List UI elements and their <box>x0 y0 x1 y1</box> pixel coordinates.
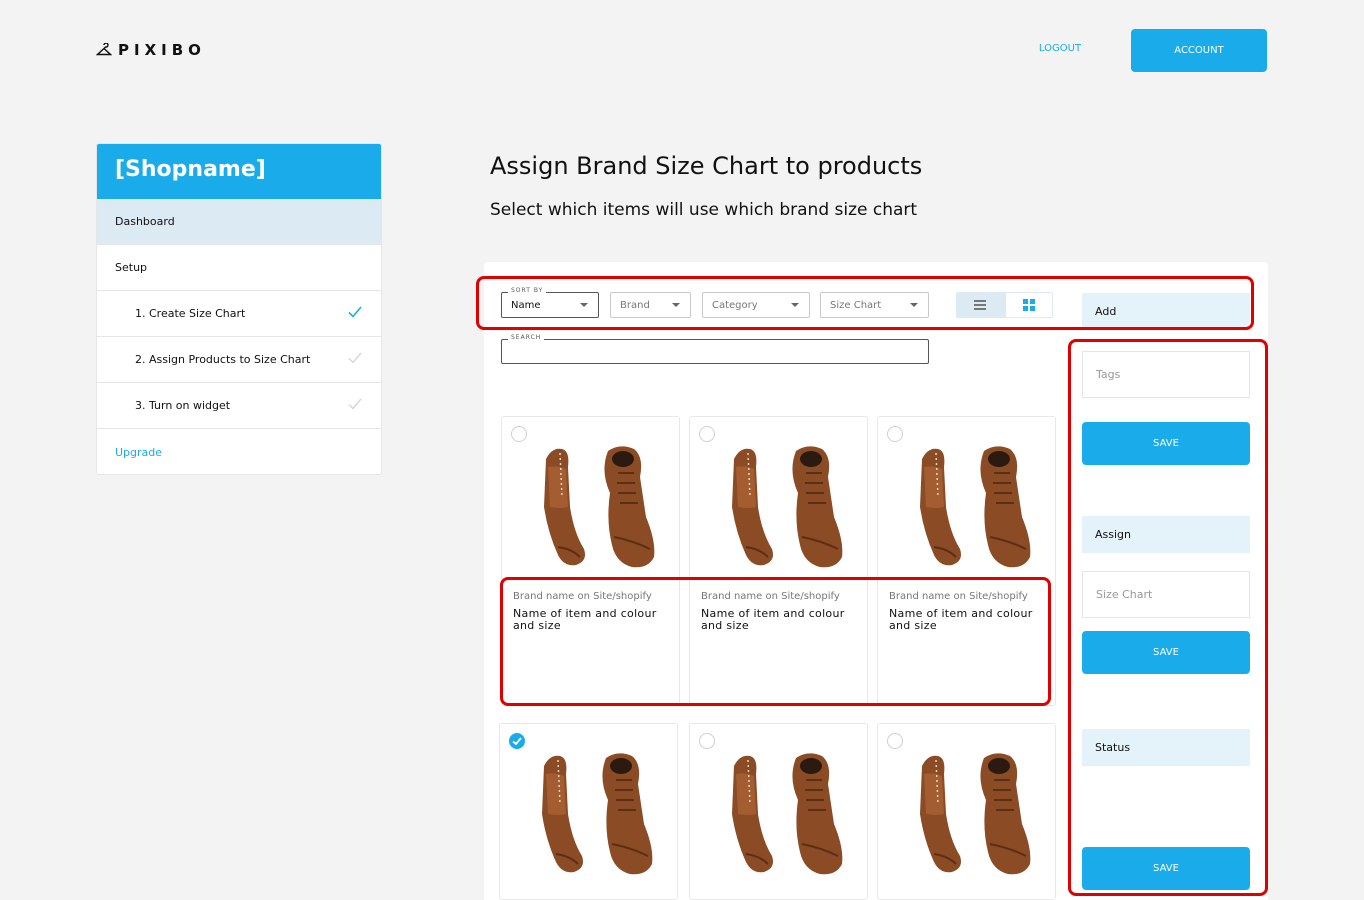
search-input[interactable]: SEARCH <box>501 334 929 364</box>
check-icon <box>348 398 362 410</box>
category-select[interactable]: Category <box>702 292 810 318</box>
product-name: Name of item and colour and size <box>513 607 657 632</box>
logout-link[interactable]: LOGOUT <box>1030 43 1090 54</box>
shop-name: [Shopname] <box>97 144 381 199</box>
list-view-button[interactable] <box>956 292 1005 318</box>
sidebar: [Shopname] Dashboard Setup 1. Create Siz… <box>96 143 382 475</box>
chevron-down-icon <box>910 303 918 307</box>
product-brand: Brand name on Site/shopify <box>513 591 652 602</box>
page-subtitle: Select which items will use which brand … <box>490 200 918 220</box>
page-title: Assign Brand Size Chart to products <box>490 152 923 180</box>
save-tags-button[interactable]: SAVE <box>1082 422 1250 465</box>
sidebar-item-label: Upgrade <box>115 445 163 459</box>
size-chart-placeholder: Size Chart <box>830 299 882 311</box>
assign-section-header: Assign <box>1082 516 1250 553</box>
brand-placeholder: Brand <box>620 299 650 311</box>
search-legend: SEARCH <box>508 334 545 341</box>
save-status-button[interactable]: SAVE <box>1082 847 1250 890</box>
check-icon <box>348 352 362 364</box>
sidebar-item-label: Dashboard <box>115 215 175 228</box>
product-card[interactable] <box>689 723 868 900</box>
product-brand: Brand name on Site/shopify <box>889 591 1028 602</box>
product-image <box>731 752 844 876</box>
sidebar-item-create-size-chart[interactable]: 1. Create Size Chart <box>97 291 381 337</box>
product-card[interactable] <box>499 723 678 900</box>
sidebar-item-turn-on-widget[interactable]: 3. Turn on widget <box>97 383 381 429</box>
sidebar-item-label: 3. Turn on widget <box>135 399 231 412</box>
sort-by-select[interactable]: SORT BY Name <box>501 287 599 318</box>
category-placeholder: Category <box>712 299 758 311</box>
logo[interactable]: PIXIBO <box>96 41 206 59</box>
product-card[interactable]: Brand name on Site/shopify Name of item … <box>689 416 868 706</box>
save-assign-button[interactable]: SAVE <box>1082 631 1250 674</box>
sidebar-item-label: 2. Assign Products to Size Chart <box>135 353 311 366</box>
check-icon <box>348 306 362 318</box>
tags-input[interactable]: Tags <box>1082 351 1250 398</box>
product-name: Name of item and colour and size <box>889 607 1033 632</box>
grid-view-icon <box>1022 299 1035 311</box>
product-brand: Brand name on Site/shopify <box>701 591 840 602</box>
chevron-down-icon <box>791 303 799 307</box>
size-chart-input[interactable]: Size Chart <box>1082 571 1250 618</box>
sidebar-item-label: 1. Create Size Chart <box>135 307 246 320</box>
add-section-header: Add <box>1082 293 1250 330</box>
sort-by-value: Name <box>511 299 541 311</box>
chevron-down-icon <box>580 303 588 307</box>
sidebar-item-setup[interactable]: Setup <box>97 245 381 291</box>
hanger-icon <box>96 43 112 56</box>
product-image <box>919 752 1032 876</box>
sidebar-item-upgrade[interactable]: Upgrade <box>97 429 381 474</box>
product-image <box>541 752 654 876</box>
brand-select[interactable]: Brand <box>610 292 691 318</box>
grid-view-button[interactable] <box>1004 292 1053 318</box>
product-name: Name of item and colour and size <box>701 607 845 632</box>
product-image <box>919 445 1032 569</box>
logo-text: PIXIBO <box>118 41 206 59</box>
sidebar-item-assign-products[interactable]: 2. Assign Products to Size Chart <box>97 337 381 383</box>
list-view-icon <box>974 300 987 310</box>
sidebar-item-label: Setup <box>115 261 148 274</box>
chevron-down-icon <box>672 303 680 307</box>
product-card[interactable]: Brand name on Site/shopify Name of item … <box>877 416 1056 706</box>
sidebar-item-dashboard[interactable]: Dashboard <box>97 199 381 245</box>
view-toggle <box>956 292 1053 318</box>
status-section-header: Status <box>1082 729 1250 766</box>
product-image <box>731 445 844 569</box>
account-button[interactable]: ACCOUNT <box>1131 29 1267 72</box>
product-card[interactable] <box>877 723 1056 900</box>
product-image <box>543 445 656 569</box>
sort-by-legend: SORT BY <box>508 287 547 294</box>
product-card[interactable]: Brand name on Site/shopify Name of item … <box>501 416 680 706</box>
size-chart-select[interactable]: Size Chart <box>820 292 929 318</box>
